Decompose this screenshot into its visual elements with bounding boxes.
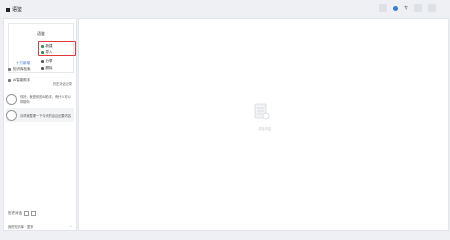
checkbox-icon[interactable] [31,211,36,216]
sidebar-footer[interactable]: 我的知识库 · 更多 ⋯ [8,224,72,229]
bottom-label: 历史对话 [8,211,22,215]
history-icon[interactable] [379,4,387,12]
conversation-item[interactable]: 请帮我整理一下今天的会议纪要内容 [6,108,74,122]
settings-icon[interactable] [414,4,422,12]
menu-item-label: 新建 [45,44,53,48]
sidebar-item-search[interactable]: 知识库检索 [8,66,72,72]
checkbox-icon[interactable] [24,211,29,216]
footer-left[interactable]: 我的知识库 · 更多 [8,224,33,229]
menu-item-label: 导入 [45,50,53,54]
avatar-icon [6,109,17,121]
toolbar-menu-label[interactable]: 专 [404,5,408,11]
empty-state-text: 暂无内容 [258,127,272,131]
title-bar: 语鉴 专 [0,0,450,18]
sidebar-item-label: AI智能助手 [13,77,31,82]
app-logo-icon [6,7,10,12]
conversation-item[interactable]: 你好，我是你的AI助手，有什么可以帮助你 [6,92,74,106]
window-toolbar: 专 [379,4,436,12]
avatar-icon [6,93,17,105]
status-dot-icon[interactable] [393,6,398,11]
menu-item-new[interactable]: 新建 [41,44,53,49]
menu-dot-icon [41,51,44,54]
conversation-text: 你好，我是你的AI助手，有什么可以帮助你 [20,95,71,104]
menu-title: 语鉴 [37,31,45,36]
app-title: 语鉴 [12,7,23,13]
menu-dot-icon [41,45,44,48]
menu-item-label: 分享 [45,59,53,63]
history-note: 历史对话记录 [52,82,72,86]
sidebar: 语鉴 新建 导入 分享 删除 十万新增 知识库检索 AI智能助手 历史对话记录 … [3,18,77,231]
sidebar-bottom-tools[interactable]: 历史对话 [8,211,36,216]
search-icon [8,67,11,71]
menu-dot-icon [41,60,44,63]
app-brand: 语鉴 [6,6,22,13]
sidebar-item-label: 知识库检索 [13,66,31,71]
menu-item-share[interactable]: 分享 [41,59,53,64]
conversation-text: 请帮我整理一下今天的会议纪要内容 [20,113,71,118]
empty-document-icon [254,103,270,120]
robot-icon [8,78,11,82]
more-icon[interactable]: ⋯ [69,224,72,229]
main-panel: 暂无内容 [78,18,449,231]
menu-item-import[interactable]: 导入 [41,50,53,55]
window-control-icon[interactable] [428,4,436,12]
